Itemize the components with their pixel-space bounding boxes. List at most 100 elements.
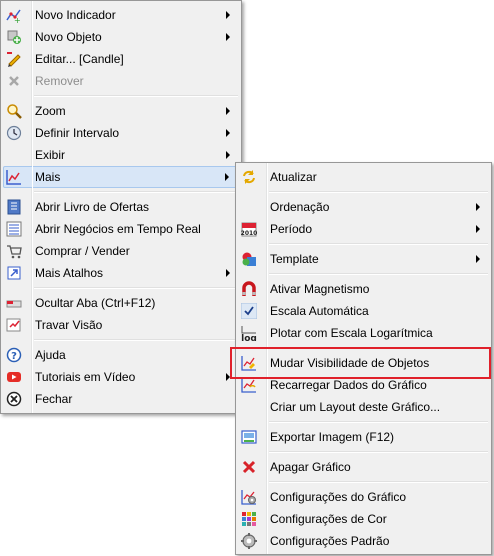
- menu-item-escala-logaritmica[interactable]: log Plotar com Escala Logarítmica: [238, 322, 489, 344]
- menu-item-editar[interactable]: Editar... [Candle]: [3, 48, 239, 70]
- export-image-icon: [241, 429, 257, 445]
- menu-item-label: Travar Visão: [35, 318, 103, 332]
- menu-item-label: Zoom: [35, 104, 66, 118]
- chart-settings-icon: [241, 489, 257, 505]
- menu-item-label: Ativar Magnetismo: [270, 282, 370, 296]
- menu-item-label: Mais: [35, 170, 61, 184]
- svg-text:?: ?: [11, 351, 17, 362]
- menu-item-tutoriais[interactable]: Tutoriais em Vídeo: [3, 366, 239, 388]
- calendar-icon: 2010: [241, 221, 257, 237]
- submenu-arrow-icon: [226, 107, 230, 115]
- magnifier-icon: [6, 103, 22, 119]
- menu-separator: [269, 421, 488, 423]
- menu-item-comprar-vender[interactable]: Comprar / Vender: [3, 240, 239, 262]
- menu-item-novo-objeto[interactable]: Novo Objeto: [3, 26, 239, 48]
- menu-item-label: Criar um Layout deste Gráfico...: [270, 400, 441, 414]
- menu-separator: [34, 191, 238, 193]
- menu-item-abrir-negocios[interactable]: Abrir Negócios em Tempo Real: [3, 218, 239, 240]
- menu-item-template[interactable]: Template: [238, 248, 489, 270]
- menu-item-config-grafico[interactable]: Configurações do Gráfico: [238, 486, 489, 508]
- cart-icon: [6, 243, 22, 259]
- menu-item-label: Recarregar Dados do Gráfico: [270, 378, 427, 392]
- log-icon-text: log: [241, 334, 257, 341]
- log-icon: log: [241, 325, 257, 341]
- check-icon: [241, 303, 257, 319]
- menu-item-label: Template: [270, 252, 319, 266]
- color-settings-icon: [241, 511, 257, 527]
- lock-view-icon: [6, 317, 22, 333]
- menu-item-novo-indicador[interactable]: + Novo Indicador: [3, 4, 239, 26]
- menu-item-criar-layout[interactable]: Criar um Layout deste Gráfico...: [238, 396, 489, 418]
- close-icon: [6, 391, 22, 407]
- magnet-icon: [241, 281, 257, 297]
- menu-item-label: Novo Indicador: [35, 8, 116, 22]
- pencil-icon: [6, 51, 22, 67]
- menu-item-remover[interactable]: Remover: [3, 70, 239, 92]
- menu-item-label: Ocultar Aba (Ctrl+F12): [35, 296, 156, 310]
- menu-item-mais-atalhos[interactable]: Mais Atalhos: [3, 262, 239, 284]
- delete-icon: [241, 459, 257, 475]
- menu-separator: [34, 287, 238, 289]
- menu-item-label: Mais Atalhos: [35, 266, 104, 280]
- submenu-arrow-icon: [476, 255, 480, 263]
- menu-item-ajuda[interactable]: ? Ajuda: [3, 344, 239, 366]
- menu-item-label: Definir Intervalo: [35, 126, 120, 140]
- menu-item-label: Ajuda: [35, 348, 66, 362]
- reload-chart-icon: [241, 377, 257, 393]
- menu-item-label: Fechar: [35, 392, 73, 406]
- menu-item-exportar-imagem[interactable]: Exportar Imagem (F12): [238, 426, 489, 448]
- menu-item-apagar-grafico[interactable]: Apagar Gráfico: [238, 456, 489, 478]
- menu-item-ativar-magnetismo[interactable]: Ativar Magnetismo: [238, 278, 489, 300]
- object-add-icon: [6, 29, 22, 45]
- menu-item-label: Escala Automática: [270, 304, 369, 318]
- menu-item-mais[interactable]: Mais: [3, 166, 239, 188]
- calendar-year-text: 2010: [241, 230, 257, 237]
- submenu-arrow-icon: [476, 203, 480, 211]
- menu-item-label: Editar... [Candle]: [35, 52, 124, 66]
- menu-separator: [269, 451, 488, 453]
- menu-item-config-cor[interactable]: Configurações de Cor: [238, 508, 489, 530]
- menu-item-config-padrao[interactable]: Configurações Padrão: [238, 530, 489, 552]
- menu-separator: [269, 191, 488, 193]
- menu-item-zoom[interactable]: Zoom: [3, 100, 239, 122]
- context-menu: + Novo Indicador Novo Objeto Editar... […: [0, 0, 242, 414]
- menu-item-atualizar[interactable]: Atualizar: [238, 166, 489, 188]
- menu-item-abrir-livro[interactable]: Abrir Livro de Ofertas: [3, 196, 239, 218]
- submenu-arrow-icon: [226, 33, 230, 41]
- menu-item-escala-automatica[interactable]: Escala Automática: [238, 300, 489, 322]
- menu-item-ordenacao[interactable]: Ordenação: [238, 196, 489, 218]
- menu-item-ocultar-aba[interactable]: Ocultar Aba (Ctrl+F12): [3, 292, 239, 314]
- submenu-arrow-icon: [476, 225, 480, 233]
- menu-item-label: Abrir Livro de Ofertas: [35, 200, 150, 214]
- menu-item-label: Período: [270, 222, 313, 236]
- shortcut-icon: [6, 265, 22, 281]
- menu-item-travar-visao[interactable]: Travar Visão: [3, 314, 239, 336]
- menu-item-label: Comprar / Vender: [35, 244, 130, 258]
- menu-item-label: Exportar Imagem (F12): [270, 430, 395, 444]
- menu-item-fechar[interactable]: Fechar: [3, 388, 239, 410]
- indicator-add-icon: +: [6, 7, 22, 23]
- remove-icon: [6, 73, 22, 89]
- menu-separator: [34, 339, 238, 341]
- help-icon: ?: [6, 347, 22, 363]
- menu-item-exibir[interactable]: Exibir: [3, 144, 239, 166]
- menu-item-label: Remover: [35, 74, 84, 88]
- chart-icon: [6, 169, 22, 185]
- menu-item-label: Configurações de Cor: [270, 512, 387, 526]
- template-icon: [241, 251, 257, 267]
- default-settings-icon: [241, 533, 257, 549]
- submenu-arrow-icon: [226, 269, 230, 277]
- tab-hide-icon: [6, 295, 22, 311]
- menu-separator: [34, 95, 238, 97]
- book-icon: [6, 199, 22, 215]
- menu-item-periodo[interactable]: 2010 Período: [238, 218, 489, 240]
- refresh-icon: [241, 169, 257, 185]
- menu-item-label: Abrir Negócios em Tempo Real: [35, 222, 201, 236]
- youtube-icon: [6, 369, 22, 385]
- clock-icon: [6, 125, 22, 141]
- menu-separator: [269, 481, 488, 483]
- menu-item-definir-intervalo[interactable]: Definir Intervalo: [3, 122, 239, 144]
- menu-item-label: Exibir: [35, 148, 66, 162]
- menu-item-label: Configurações Padrão: [270, 534, 390, 548]
- menu-item-label: Novo Objeto: [35, 30, 102, 44]
